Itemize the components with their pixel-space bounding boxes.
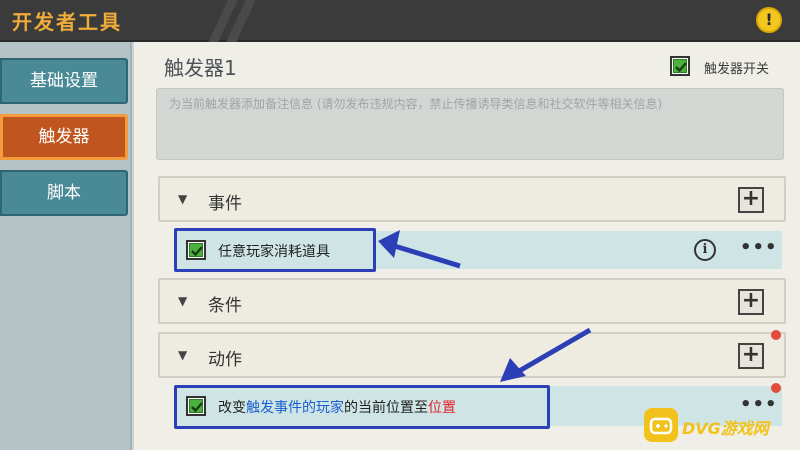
trigger-note-input[interactable]: 为当前触发器添加备注信息 (请勿发布违规内容，禁止传播诱导类信息和社交软件等相关… [156,88,784,160]
arrow-annotation-icon [378,230,461,269]
section-event-label: 事件 [208,194,242,214]
section-action-header[interactable]: ▼ 动作 + [158,332,786,378]
watermark-text: DVG游戏网 [682,419,769,438]
window-title: 开发者工具 [12,10,122,34]
warning-icon[interactable]: ! [756,7,782,33]
checkmark-icon [673,59,687,73]
add-event-button[interactable]: + [738,187,764,213]
add-condition-button[interactable]: + [738,289,764,315]
trigger-switch-label: 触发器开关 [704,62,770,77]
watermark-logo: DVG游戏网 [644,408,794,444]
section-action-label: 动作 [208,350,242,370]
action-item-notification-dot [771,383,781,393]
trigger-switch-checkbox[interactable] [670,56,690,76]
trigger-editor-panel: 触发器1 触发器开关 为当前触发器添加备注信息 (请勿发布违规内容，禁止传播诱导… [134,42,800,450]
trigger-name[interactable]: 触发器1 [164,52,237,81]
highlight-box-event [174,228,376,272]
info-icon[interactable]: i [694,239,716,261]
sidebar-item-script[interactable]: 脚本 [0,170,128,216]
collapse-caret-icon[interactable]: ▼ [178,192,187,206]
sidebar-item-trigger[interactable]: 触发器 [0,114,128,160]
sidebar: 基础设置 触发器 脚本 [0,42,132,450]
title-bar: 开发者工具 ! [0,0,800,46]
title-stripes-decoration [206,0,270,46]
section-condition-header[interactable]: ▼ 条件 + [158,278,786,324]
gamepad-icon [644,408,678,442]
action-notification-dot [771,330,781,340]
sidebar-item-basic-settings[interactable]: 基础设置 [0,58,128,104]
add-action-button[interactable]: + [738,343,764,369]
more-options-icon[interactable]: ••• [740,237,778,258]
section-condition-label: 条件 [208,296,242,316]
highlight-box-action [174,385,550,429]
collapse-caret-icon[interactable]: ▼ [178,294,187,308]
collapse-caret-icon[interactable]: ▼ [178,348,187,362]
arrow-annotation-icon [500,327,592,382]
section-event-header[interactable]: ▼ 事件 + [158,176,786,222]
